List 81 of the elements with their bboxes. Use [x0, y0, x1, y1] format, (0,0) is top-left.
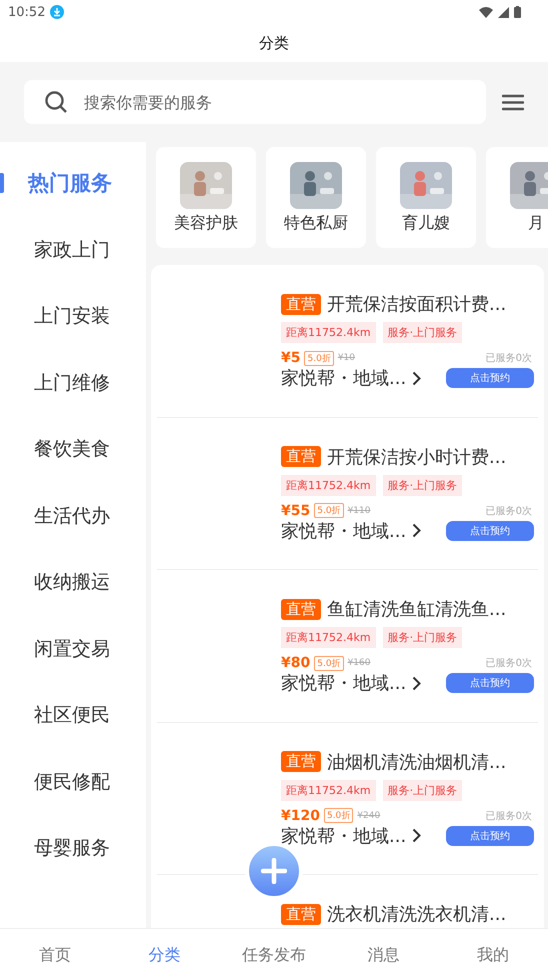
book-button[interactable]: 点击预约	[446, 368, 534, 388]
book-button[interactable]: 点击预约	[446, 673, 534, 693]
sidebar-item[interactable]: 社区便民	[0, 682, 146, 748]
service-tag: 服务·上门服务	[382, 322, 462, 343]
book-button[interactable]: 点击预约	[446, 826, 534, 846]
served-count: 已服务0次	[486, 810, 532, 822]
battery-icon	[514, 6, 521, 18]
service-title[interactable]: 油烟机清洗油烟机清...	[327, 750, 506, 774]
served-count: 已服务0次	[486, 352, 532, 365]
nav-tab[interactable]: 首页	[0, 929, 110, 974]
category-label: 美容护肤	[174, 213, 238, 234]
download-icon	[50, 5, 64, 19]
served-count: 已服务0次	[486, 504, 532, 518]
original-price: ¥240	[357, 810, 380, 820]
nav-tab[interactable]: 分类	[110, 929, 220, 974]
served-count: 已服务0次	[486, 657, 532, 670]
category-label: 育儿嫂	[402, 213, 450, 234]
service-title[interactable]: 开荒保洁按小时计费...	[327, 444, 506, 468]
sidebar-item[interactable]: 餐饮美食	[0, 416, 146, 482]
sidebar-item[interactable]: 家政上门	[0, 216, 146, 283]
original-price: ¥110	[348, 506, 370, 516]
price: ¥5	[281, 350, 300, 366]
book-button[interactable]: 点击预约	[446, 520, 534, 540]
shop-name: 家悦帮・地域...	[281, 824, 406, 848]
category-label: 特色私厨	[284, 213, 348, 234]
sidebar-item[interactable]: 收纳搬运	[0, 549, 146, 616]
nav-tab[interactable]: 消息	[328, 929, 438, 974]
chevron-right-icon[interactable]	[412, 523, 422, 538]
service-title[interactable]: 洗衣机清洗洗衣机清...	[327, 902, 506, 926]
service-tag: 服务·上门服务	[382, 627, 462, 648]
service-tag: 服务·上门服务	[382, 780, 462, 800]
sidebar-item[interactable]: 上门安装	[0, 283, 146, 350]
shop-name: 家悦帮・地域...	[281, 367, 406, 390]
signal-icon	[498, 6, 509, 18]
chevron-right-icon[interactable]	[412, 828, 422, 843]
service-tag: 服务·上门服务	[382, 474, 462, 496]
direct-badge: 直营	[281, 446, 321, 467]
distance-tag: 距离11752.4km	[281, 780, 376, 800]
wifi-icon	[479, 6, 493, 18]
status-time: 10:52	[8, 4, 46, 20]
shop-name: 家悦帮・地域...	[281, 520, 406, 542]
price: ¥55	[281, 502, 310, 518]
sidebar-item[interactable]: 母婴服务	[0, 815, 146, 882]
category-tile[interactable]: 月	[486, 147, 548, 248]
sidebar-item[interactable]: 生活代办	[0, 482, 146, 549]
original-price: ¥10	[338, 353, 355, 363]
search-field[interactable]: 搜索你需要的服务	[24, 80, 486, 124]
direct-badge: 直营	[281, 294, 321, 314]
category-tile[interactable]: 育儿嫂	[376, 147, 476, 248]
chevron-right-icon[interactable]	[412, 676, 422, 690]
category-tile[interactable]: 特色私厨	[266, 147, 366, 248]
plus-icon	[261, 858, 287, 884]
shop-name: 家悦帮・地域...	[281, 672, 406, 695]
price: ¥80	[281, 655, 310, 671]
distance-tag: 距离11752.4km	[281, 474, 376, 496]
service-title[interactable]: 开荒保洁按面积计费...	[327, 292, 506, 316]
nav-tab[interactable]: 我的	[438, 929, 548, 974]
discount-badge: 5.0折	[324, 808, 354, 823]
direct-badge: 直营	[281, 751, 321, 772]
service-title[interactable]: 鱼缸清洗鱼缸清洗鱼...	[327, 597, 506, 621]
original-price: ¥160	[348, 658, 370, 668]
chevron-right-icon[interactable]	[412, 370, 422, 386]
distance-tag: 距离11752.4km	[281, 322, 376, 343]
menu-icon[interactable]	[502, 94, 524, 110]
sidebar-item[interactable]: 闲置交易	[0, 616, 146, 682]
price: ¥120	[281, 808, 320, 824]
discount-badge: 5.0折	[304, 350, 334, 366]
search-icon	[44, 90, 68, 114]
category-label: 月	[528, 213, 544, 234]
discount-badge: 5.0折	[314, 656, 344, 670]
nav-tab[interactable]: 任务发布	[219, 929, 329, 974]
direct-badge: 直营	[281, 598, 321, 620]
sidebar-item[interactable]: 便民修配	[0, 748, 146, 815]
category-tile[interactable]: 美容护肤	[156, 147, 256, 248]
direct-badge: 直营	[281, 904, 321, 924]
sidebar-item[interactable]: 热门服务	[0, 150, 146, 216]
distance-tag: 距离11752.4km	[281, 627, 376, 648]
search-input[interactable]: 搜索你需要的服务	[82, 92, 466, 112]
page-title: 分类	[259, 34, 289, 52]
sidebar-item[interactable]: 上门维修	[0, 350, 146, 416]
discount-badge: 5.0折	[314, 503, 344, 518]
